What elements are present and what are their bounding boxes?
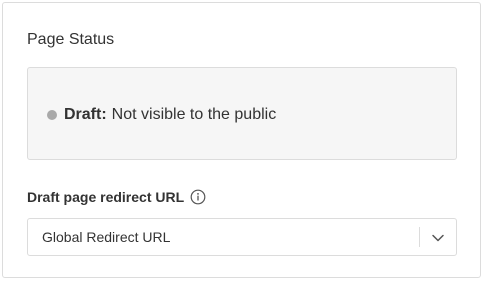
redirect-url-select[interactable]: Global Redirect URL [27,218,457,256]
status-label: Draft: [64,106,107,123]
redirect-label-row: Draft page redirect URL [27,188,206,206]
redirect-url-selected-value: Global Redirect URL [42,229,171,245]
select-divider [419,227,420,247]
card-title: Page Status [27,31,115,48]
redirect-url-label: Draft page redirect URL [27,189,185,205]
info-circle-icon[interactable] [190,189,206,205]
page-status-card: Page Status Draft: Not visible to the pu… [2,2,481,278]
status-description: Not visible to the public [111,106,277,123]
chevron-down-icon[interactable] [430,230,446,246]
status-dot-icon [47,110,57,120]
status-line: Draft: Not visible to the public [47,105,276,125]
status-box: Draft: Not visible to the public [27,67,457,160]
